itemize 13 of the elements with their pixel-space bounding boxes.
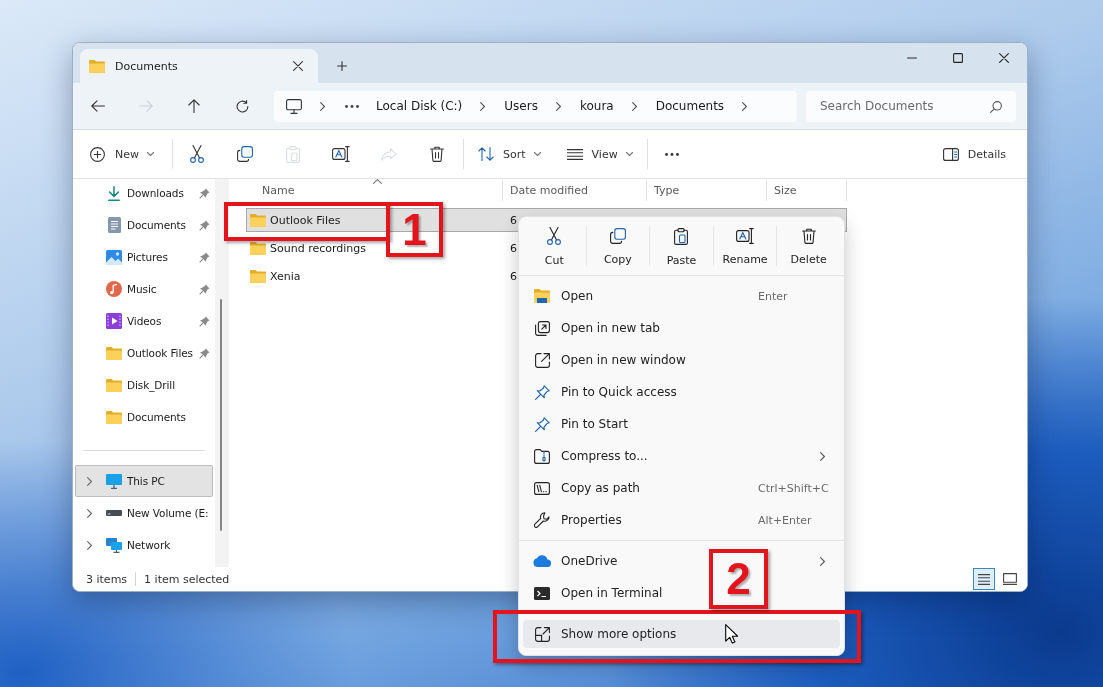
step-number: 1 [386, 202, 443, 257]
file-name: Sound recordings [270, 241, 366, 255]
date-modified: 6 [510, 213, 517, 227]
keyboard-shortcut: Alt+Enter [758, 513, 813, 527]
step-number: 2 [709, 549, 768, 609]
selection-count: 1 item selected [144, 572, 230, 586]
keyboard-shortcut: Ctrl+Shift+C [758, 481, 830, 495]
file-name: Xenia [270, 269, 301, 283]
date-modified: 6 [510, 269, 517, 283]
date-modified: 6 [510, 241, 517, 255]
item-count: 3 items [86, 572, 128, 586]
file-name: Outlook Files [270, 213, 341, 227]
keyboard-shortcut: Enter [758, 289, 789, 303]
